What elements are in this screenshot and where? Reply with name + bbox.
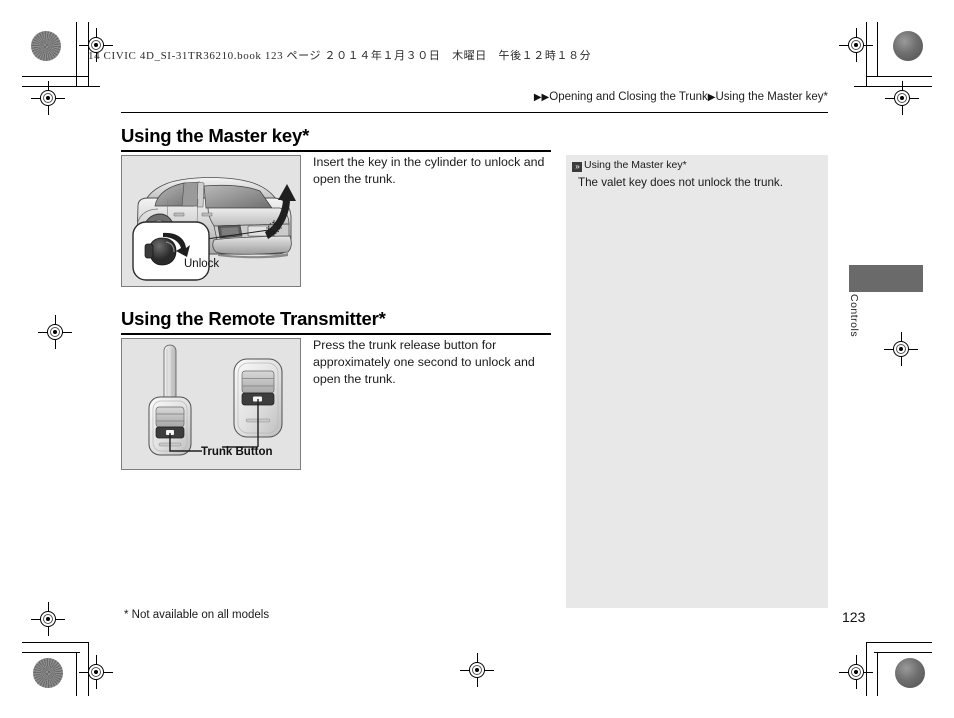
registration-mark-bottom-center	[460, 653, 494, 687]
registration-mark-left-middle	[38, 315, 72, 349]
breadcrumb-double-arrow-icon: ▶▶	[533, 92, 550, 103]
crop-line	[22, 76, 88, 77]
registration-mark-bottom-left	[79, 655, 113, 689]
density-dot-bottom-left	[33, 658, 63, 688]
crop-line	[22, 642, 88, 643]
side-note-badge-icon: »	[572, 162, 582, 172]
page-number: 123	[842, 609, 866, 625]
registration-mark-right-upper	[885, 81, 919, 115]
car-rear-trunk-illustration: Unlock	[132, 177, 296, 281]
breadcrumb-parent[interactable]: Opening and Closing the Trunk	[549, 91, 708, 103]
unlock-callout	[132, 221, 210, 281]
density-dot-bottom-right	[895, 658, 925, 688]
thumb-tab-label: Controls	[848, 294, 860, 338]
section-heading-remote-transmitter: Using the Remote Transmitter*	[121, 308, 386, 329]
breadcrumb: ▶▶Opening and Closing the Trunk▶Using th…	[534, 91, 828, 103]
body-text-master-key: Insert the key in the cylinder to unlock…	[313, 155, 545, 186]
breadcrumb-arrow-icon: ▶	[707, 92, 716, 103]
registration-mark-top-right	[839, 28, 873, 62]
side-note-title: Using the Master key*	[584, 159, 687, 171]
footnote: * Not available on all models	[124, 609, 270, 621]
section-heading-rule	[121, 333, 551, 335]
registration-mark-right-middle	[884, 332, 918, 366]
density-dot-top-left	[31, 31, 61, 61]
density-dot-top-right	[893, 31, 923, 61]
section-heading-rule	[121, 150, 551, 152]
unlock-callout-label: Unlock	[184, 258, 219, 270]
section-heading-master-key: Using the Master key*	[121, 125, 310, 146]
crop-line	[76, 652, 77, 696]
crop-line	[76, 22, 77, 86]
crop-line	[877, 22, 878, 76]
breadcrumb-current: Using the Master key*	[715, 91, 829, 103]
remote-transmitter-illustration: Trunk Button	[148, 344, 283, 458]
registration-mark-left-upper	[31, 81, 65, 115]
crop-line	[866, 76, 932, 77]
figure-car-rear-trunk: Unlock	[121, 155, 301, 287]
running-head: 14 CIVIC 4D_SI-31TR36210.book 123 ページ ２０…	[88, 50, 592, 62]
crop-line	[866, 642, 867, 696]
body-text-remote-transmitter: Press the trunk release button for appro…	[313, 338, 535, 386]
trunk-button-callout-label: Trunk Button	[201, 446, 273, 458]
crop-line	[22, 652, 80, 653]
crop-line	[874, 652, 932, 653]
crop-line	[877, 652, 878, 696]
side-note-panel: » Using the Master key* The valet key doe…	[566, 155, 828, 608]
side-note-body: The valet key does not unlock the trunk.	[578, 176, 783, 189]
figure-remote-transmitter: Trunk Button	[121, 338, 301, 470]
registration-mark-bottom-right	[839, 655, 873, 689]
side-note-title-row: » Using the Master key*	[572, 159, 687, 172]
crop-line	[866, 642, 932, 643]
registration-mark-left-lower	[31, 602, 65, 636]
thumb-tab-marker	[849, 265, 923, 292]
header-rule	[121, 112, 828, 113]
manual-page: 14 CIVIC 4D_SI-31TR36210.book 123 ページ ２０…	[0, 0, 954, 718]
